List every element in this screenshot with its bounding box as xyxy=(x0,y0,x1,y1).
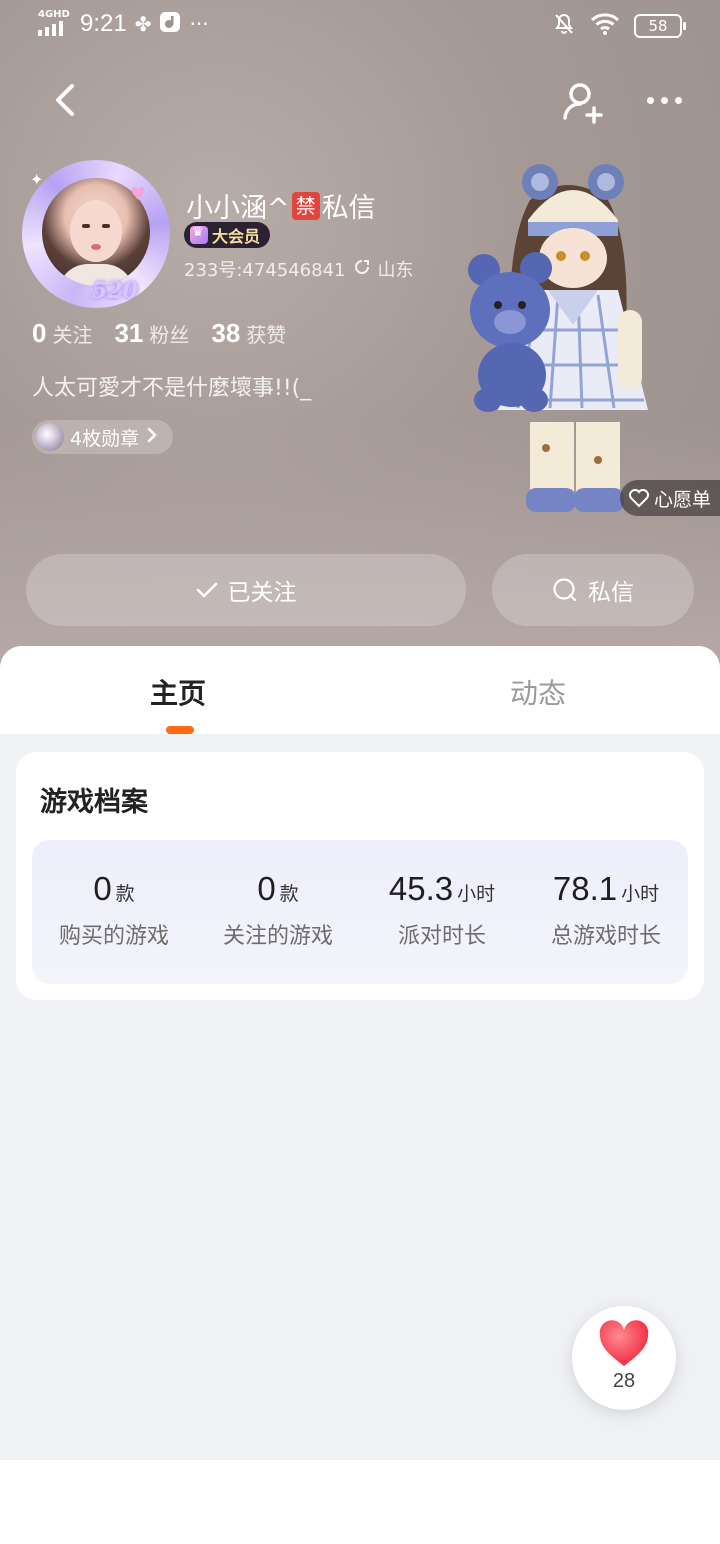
stat-unit: 款 xyxy=(279,883,299,905)
party-time-stat[interactable]: 45.3 小时 派对时长 xyxy=(360,870,524,950)
tab-feed[interactable]: 动态 xyxy=(510,672,566,712)
following-count: 0 xyxy=(32,318,47,348)
tab-home[interactable]: 主页 xyxy=(150,672,206,712)
stat-unit: 小时 xyxy=(621,883,660,905)
nickname-prefix: 小小涵^ xyxy=(186,193,290,224)
stat-value: 78.1 xyxy=(552,870,618,907)
fan-icon: ✤ xyxy=(134,12,152,36)
fans-stat[interactable]: 31 粉丝 xyxy=(114,318,189,349)
vip-label: 大会员 xyxy=(212,227,261,246)
battery-indicator: 58 xyxy=(634,14,686,38)
back-button[interactable] xyxy=(44,78,88,122)
more-options-button[interactable] xyxy=(640,84,688,116)
user-id-line: 233号:474546841 山东 xyxy=(184,256,414,282)
status-bar: 4GHD 9:21 ✤ ··· 58 xyxy=(0,0,720,56)
stat-value: 0 xyxy=(93,870,112,907)
cellular-signal-icon: 4GHD xyxy=(38,10,72,38)
stat-label: 关注的游戏 xyxy=(222,924,333,949)
stat-label: 购买的游戏 xyxy=(58,924,169,949)
bell-off-icon xyxy=(552,12,576,40)
game-profile-stats: 0款 购买的游戏 0款 关注的游戏 45.3 小时 派对时长 78.1 小时 总游戏… xyxy=(32,840,688,984)
message-label: 私信 xyxy=(588,580,634,606)
heart-decoration: ♥ xyxy=(130,184,147,205)
avatar-frame-text: 520 xyxy=(92,278,138,304)
followed-games-stat[interactable]: 0款 关注的游戏 xyxy=(196,870,360,950)
game-profile-title: 游戏档案 xyxy=(40,787,148,818)
heart-icon xyxy=(599,1320,649,1366)
user-id: 233号:474546841 xyxy=(184,260,346,281)
stat-label: 派对时长 xyxy=(397,924,486,949)
heart-outline-icon xyxy=(629,489,649,508)
stat-label: 总游戏时长 xyxy=(550,924,661,949)
tab-bar: 主页 动态 xyxy=(0,646,720,734)
music-app-icon xyxy=(159,11,181,38)
chat-icon xyxy=(553,578,577,602)
clock: 9:21 xyxy=(80,10,127,37)
wishlist-label: 心愿单 xyxy=(654,488,712,511)
profile-stats: 0 关注 31 粉丝 38 获赞 xyxy=(32,318,286,349)
tab-active-indicator xyxy=(166,726,194,734)
location: 山东 xyxy=(377,260,414,281)
stat-unit: 款 xyxy=(115,883,135,905)
crown-icon xyxy=(190,225,208,244)
more-icon xyxy=(646,96,654,104)
bottom-area xyxy=(0,1460,720,1544)
medals-label: 4枚勋章 xyxy=(70,427,140,450)
nickname: 小小涵^ 禁 私信 xyxy=(186,186,376,225)
purchased-games-stat[interactable]: 0款 购买的游戏 xyxy=(32,870,196,950)
wifi-icon xyxy=(590,12,620,40)
likes-label: 获赞 xyxy=(246,323,287,347)
star-decoration: ✦ xyxy=(30,170,44,189)
following-label: 关注 xyxy=(52,323,93,347)
ban-emoji-icon: 禁 xyxy=(291,191,320,220)
like-button[interactable]: 28 xyxy=(572,1306,676,1410)
more-notifications-icon: ··· xyxy=(189,12,209,36)
stat-unit: 小时 xyxy=(457,883,496,905)
vip-badge[interactable]: 大会员 xyxy=(184,222,271,248)
following-stat[interactable]: 0 关注 xyxy=(32,318,92,349)
add-friend-icon xyxy=(563,83,603,124)
wishlist-button[interactable]: 心愿单 xyxy=(620,480,720,516)
avatar[interactable]: ✦ ♥ 520 xyxy=(22,160,170,308)
like-count: 28 xyxy=(612,1370,636,1392)
back-icon xyxy=(56,84,74,116)
medal-icon xyxy=(36,423,64,451)
game-profile-card: 游戏档案 0款 购买的游戏 0款 关注的游戏 45.3 小时 派对时长 78.1 小… xyxy=(16,752,704,1000)
fans-count: 31 xyxy=(114,318,144,348)
copy-icon[interactable] xyxy=(354,259,370,279)
add-friend-button[interactable] xyxy=(560,78,608,126)
bio: 人太可愛才不是什麼壞事!!(_ xyxy=(32,376,312,401)
check-icon xyxy=(196,582,217,598)
medals-button[interactable]: 4枚勋章 xyxy=(32,420,174,454)
avatar-character-illustration[interactable] xyxy=(458,160,678,520)
likes-stat[interactable]: 38 获赞 xyxy=(211,318,286,349)
likes-count: 38 xyxy=(211,318,241,348)
follow-label: 已关注 xyxy=(227,580,297,606)
message-button[interactable]: 私信 xyxy=(492,554,694,626)
total-play-time-stat[interactable]: 78.1 小时 总游戏时长 xyxy=(524,870,688,950)
network-type: 4GHD xyxy=(38,9,70,20)
follow-button[interactable]: 已关注 xyxy=(26,554,466,626)
stat-value: 0 xyxy=(257,870,276,907)
stat-value: 45.3 xyxy=(388,870,454,907)
fans-label: 粉丝 xyxy=(149,323,190,347)
nickname-suffix: 私信 xyxy=(321,193,376,224)
chevron-right-icon xyxy=(145,426,159,449)
